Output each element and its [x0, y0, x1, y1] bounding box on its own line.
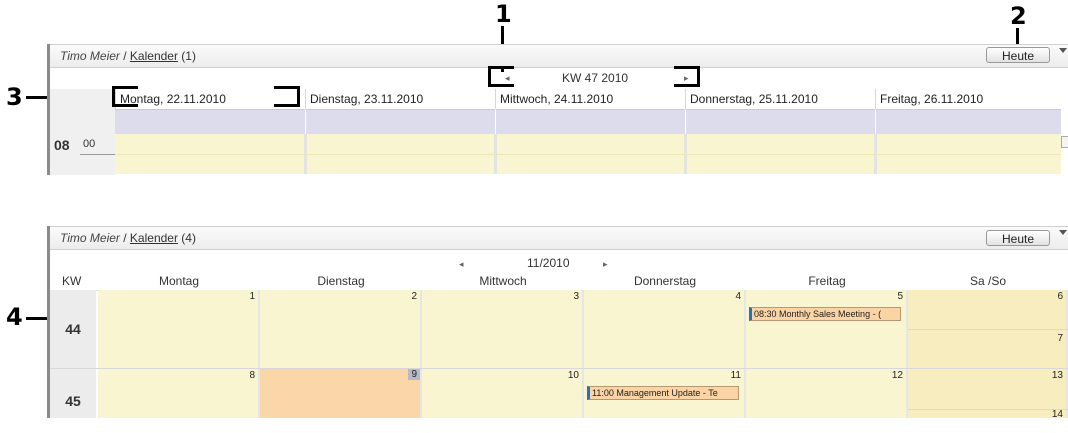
- day-number: 11: [730, 370, 741, 381]
- month-label: 11/2010: [527, 256, 570, 270]
- day-cell[interactable]: 3: [422, 290, 584, 368]
- calendar-link[interactable]: Kalender: [130, 231, 178, 245]
- day-cell-sunday[interactable]: 14: [908, 410, 1068, 418]
- callout-3: 3: [6, 83, 23, 111]
- calendar-count: (1): [177, 49, 196, 63]
- week-calendar-panel: Timo Meier / Kalender (1) Heute ◂ KW 47 …: [47, 44, 1068, 175]
- owner-name: Timo Meier: [60, 49, 120, 63]
- weekday-header-wednesday: Mittwoch: [479, 274, 527, 288]
- day-number: 5: [897, 291, 903, 302]
- day-number: 14: [1051, 410, 1063, 418]
- callout-2-line: [1016, 28, 1019, 44]
- today-button[interactable]: Heute: [986, 47, 1050, 63]
- day-header-tuesday[interactable]: Dienstag, 23.11.2010: [305, 89, 495, 109]
- next-month-arrow-icon[interactable]: ▸: [603, 259, 608, 270]
- day-number: 12: [891, 370, 903, 381]
- day-cell[interactable]: 2: [260, 290, 422, 368]
- week-breadcrumb: Timo Meier / Kalender (1): [60, 49, 196, 63]
- calendar-link[interactable]: Kalender: [130, 49, 178, 63]
- day-number-today: 9: [408, 369, 420, 380]
- week-label: KW 47 2010: [562, 71, 629, 85]
- weekday-header-friday: Freitag: [808, 274, 846, 288]
- month-calendar-panel: Timo Meier / Kalender (4) Heute ◂ 11/201…: [47, 226, 1068, 418]
- calendar-event[interactable]: 08:30 Monthly Sales Meeting - (: [749, 307, 901, 321]
- week-number-44[interactable]: 44: [50, 290, 96, 368]
- all-day-divider: [685, 109, 686, 134]
- day-number: 8: [249, 370, 255, 381]
- callout-1-bracket-right: [674, 66, 700, 87]
- day-header-wednesday[interactable]: Mittwoch, 24.11.2010: [495, 89, 685, 109]
- weekend-divider: [908, 329, 1068, 330]
- day-cell-saturday[interactable]: 13: [908, 369, 1068, 409]
- day-cell[interactable]: 11 11:00 Management Update - Te: [584, 369, 746, 418]
- callout-1: 1: [495, 0, 512, 28]
- day-cell[interactable]: 8: [98, 369, 260, 418]
- day-cell[interactable]: 1: [98, 290, 260, 368]
- panel-menu-icon[interactable]: [1059, 230, 1067, 235]
- minute-label: 00: [83, 138, 96, 150]
- day-number: 13: [1051, 370, 1063, 381]
- day-number: 4: [735, 291, 741, 302]
- all-day-divider: [875, 109, 876, 134]
- all-day-row[interactable]: [115, 109, 1061, 136]
- day-number: 6: [1057, 291, 1063, 302]
- breadcrumb-separator: /: [119, 49, 130, 63]
- breadcrumb-separator: /: [119, 231, 130, 245]
- day-cell[interactable]: 5 08:30 Monthly Sales Meeting - (: [746, 290, 908, 368]
- weekday-header-tuesday: Dienstag: [317, 274, 365, 288]
- callout-1-bracket-left: [488, 66, 514, 87]
- day-number: 1: [249, 291, 255, 302]
- weekday-header-weekend: Sa /So: [969, 274, 1007, 288]
- day-header-friday[interactable]: Freitag, 26.11.2010: [875, 89, 1065, 109]
- day-number: 3: [573, 291, 579, 302]
- day-cell-today[interactable]: 9: [260, 369, 422, 418]
- day-number: 10: [567, 370, 579, 381]
- day-number: 7: [1057, 333, 1063, 344]
- owner-name: Timo Meier: [60, 231, 120, 245]
- week-number-45[interactable]: 45: [50, 369, 96, 418]
- weekday-header-thursday: Donnerstag: [633, 274, 697, 288]
- calendar-count: (4): [177, 231, 196, 245]
- all-day-divider: [495, 109, 496, 134]
- all-day-divider: [305, 109, 306, 134]
- week-titlebar: Timo Meier / Kalender (1) Heute: [50, 44, 1068, 68]
- scrollbar-up[interactable]: [1061, 136, 1068, 148]
- today-button[interactable]: Heute: [986, 230, 1050, 246]
- half-hour-line: [115, 154, 1061, 155]
- day-cell-saturday[interactable]: 6: [908, 290, 1068, 329]
- callout-3-bracket-right: [274, 86, 300, 107]
- day-number: 2: [411, 291, 417, 302]
- day-cell[interactable]: 4: [584, 290, 746, 368]
- prev-month-arrow-icon[interactable]: ◂: [459, 259, 464, 270]
- day-header-thursday[interactable]: Donnerstag, 25.11.2010: [685, 89, 875, 109]
- kw-header: KW: [62, 274, 82, 288]
- day-cell[interactable]: 10: [422, 369, 584, 418]
- panel-menu-icon[interactable]: [1059, 48, 1067, 53]
- month-titlebar: Timo Meier / Kalender (4) Heute: [50, 226, 1068, 250]
- day-cell[interactable]: 12: [746, 369, 908, 418]
- week-gutter: [50, 89, 115, 134]
- minute-underline: [80, 154, 115, 155]
- hour-label: 08: [54, 137, 70, 153]
- calendar-event[interactable]: 11:00 Management Update - Te: [587, 386, 739, 400]
- weekday-header-monday: Montag: [158, 274, 200, 288]
- callout-4: 4: [6, 303, 23, 331]
- month-breadcrumb: Timo Meier / Kalender (4): [60, 231, 196, 245]
- callout-2: 2: [1010, 2, 1027, 30]
- day-cell-sunday[interactable]: 7: [908, 330, 1068, 368]
- callout-3-bracket-left: [112, 86, 138, 107]
